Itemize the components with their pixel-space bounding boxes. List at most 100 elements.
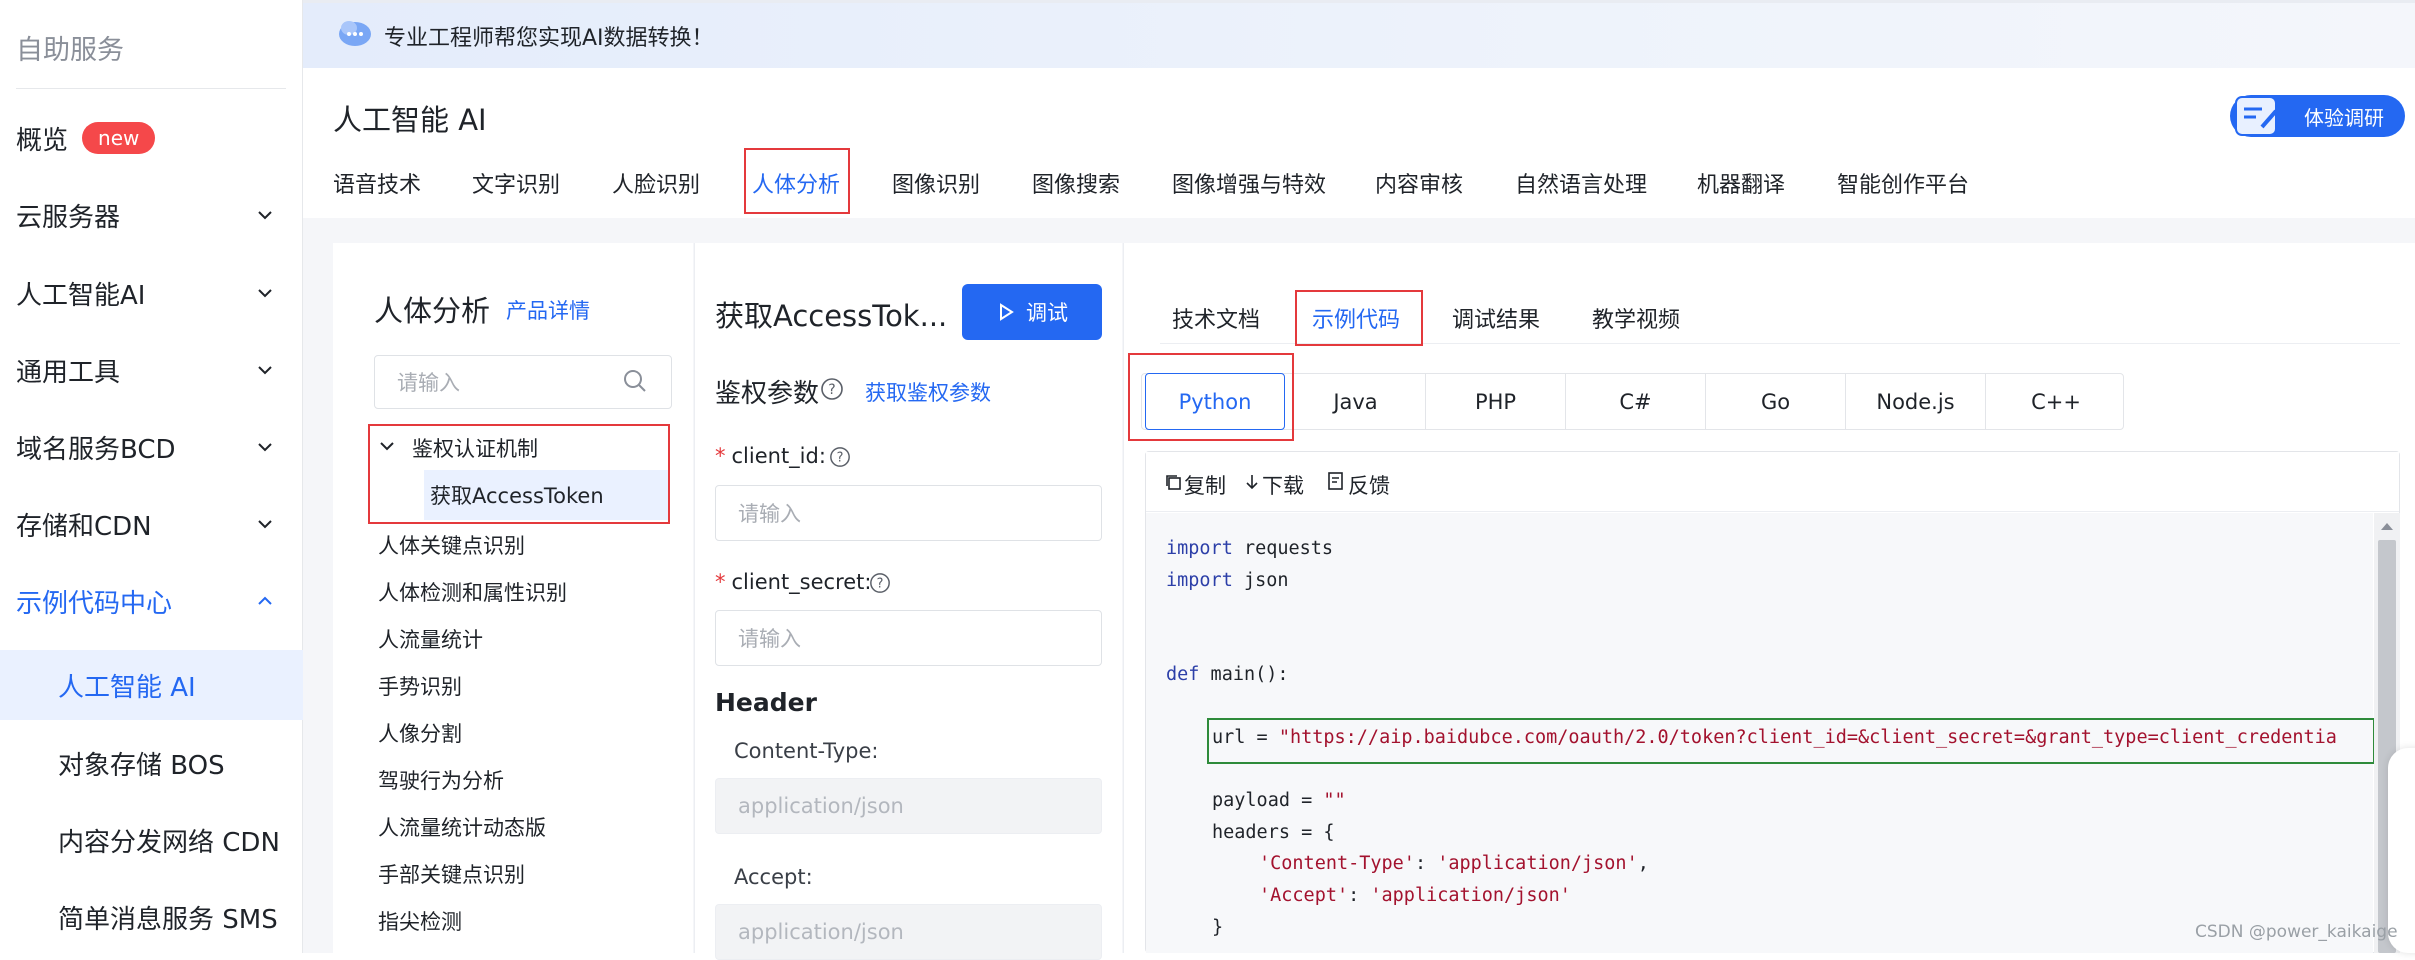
code-keyword: import [1166,538,1233,559]
debug-button-label: 调试 [1026,301,1068,325]
survey-button-label: 体验调研 [2304,105,2384,130]
code-line: 'Accept': 'application/json' [1259,885,1571,906]
sidebar-item-sample-code[interactable]: 示例代码中心 [16,576,286,626]
client-id-input[interactable]: 请输入 [715,485,1102,541]
debug-button[interactable]: 调试 [962,284,1102,340]
code-line: import requests [1166,538,1333,559]
debug-params-panel [694,243,1122,953]
list-item[interactable]: 手势识别 [378,671,462,701]
sidebar-subitem-bos[interactable]: 对象存储 BOS [0,728,303,798]
input-placeholder: 请输入 [738,502,801,526]
feedback-button[interactable]: 反馈 [1348,470,1390,500]
sidebar-subitem-sms[interactable]: 简单消息服务 SMS [0,882,303,952]
chevron-down-icon [258,211,272,220]
tab-image-recognition[interactable]: 图像识别 [892,167,980,199]
code-string: 'Content-Type' [1259,853,1415,874]
search-icon[interactable] [622,368,648,394]
tab-nlp[interactable]: 自然语言处理 [1515,167,1647,199]
code-line: headers = { [1212,822,1335,843]
sidebar-subitem-label: 简单消息服务 SMS [58,904,278,935]
tab-face[interactable]: 人脸识别 [612,167,700,199]
list-item[interactable]: 人体检测和属性识别 [378,577,567,607]
list-item[interactable]: 人像分割 [378,718,462,748]
sidebar-item-label: 云服务器 [16,202,121,233]
client-secret-input[interactable]: 请输入 [715,610,1102,666]
help-icon[interactable]: ? [820,377,844,401]
sidebar-item-ai[interactable]: 人工智能AI [16,268,286,318]
sidebar-subitem-label: 内容分发网络 CDN [58,827,280,858]
sidebar-item-storage-cdn[interactable]: 存储和CDN [16,499,286,549]
code-string: 'application/json' [1437,853,1638,874]
tab-tutorial-video[interactable]: 教学视频 [1592,302,1680,334]
chevron-down-icon [258,289,272,298]
tab-tech-doc[interactable]: 技术文档 [1172,302,1260,334]
lang-php[interactable]: PHP [1426,373,1566,430]
list-item[interactable]: 人流量统计动态版 [378,812,546,842]
svg-text:?: ? [828,382,835,398]
sidebar-item-label: 通用工具 [16,357,121,388]
lang-cpp[interactable]: C++ [1986,373,2126,430]
list-item[interactable]: 手部关键点识别 [378,859,525,889]
tab-ocr[interactable]: 文字识别 [472,167,560,199]
content-type-input: application/json [715,778,1102,834]
download-button[interactable]: 下载 [1262,470,1304,500]
tab-translate[interactable]: 机器翻译 [1697,167,1785,199]
input-value: application/json [738,794,904,818]
new-badge: new [82,122,156,154]
lang-nodejs[interactable]: Node.js [1846,373,1986,430]
sidebar-item-label: 域名服务BCD [16,434,176,465]
code-line: } [1212,917,1224,938]
input-value: application/json [738,920,904,944]
sidebar-item-domain[interactable]: 域名服务BCD [16,422,286,472]
highlight-box-python [1128,353,1294,441]
lang-csharp[interactable]: C# [1566,373,1706,430]
list-item[interactable]: 人体关键点识别 [378,530,525,560]
highlight-box-sample-tab [1295,290,1423,346]
code-text: main(): [1199,664,1289,685]
list-item[interactable]: 指尖检测 [378,906,462,936]
client-secret-label: * client_secret: [715,570,872,594]
code-text: json [1232,570,1289,591]
get-auth-params-link[interactable]: 获取鉴权参数 [865,377,991,407]
code-string: 'Accept' [1259,885,1349,906]
tab-content-review[interactable]: 内容审核 [1375,167,1463,199]
lang-go[interactable]: Go [1706,373,1846,430]
tab-creation-platform[interactable]: 智能创作平台 [1837,167,1969,199]
code-keyword: def [1166,664,1200,685]
chevron-down-icon [258,443,272,452]
help-icon[interactable]: ? [829,446,851,468]
sidebar-subitem-label: 人工智能 AI [58,672,196,703]
tab-debug-result[interactable]: 调试结果 [1452,302,1540,334]
copy-icon [1166,475,1181,490]
lang-java[interactable]: Java [1286,373,1426,430]
sidebar-item-cloud-server[interactable]: 云服务器 [16,190,286,240]
sidebar-item-tools[interactable]: 通用工具 [16,345,286,395]
list-item[interactable]: 驾驶行为分析 [378,765,504,795]
code-line: import json [1166,570,1289,591]
list-item[interactable]: 人流量统计 [378,624,483,654]
code-string: 'application/json' [1370,885,1571,906]
copy-button[interactable]: 复制 [1184,470,1226,500]
scroll-up-icon[interactable] [2380,520,2394,532]
help-icon[interactable]: ? [869,572,891,594]
sidebar-subitem-label: 对象存储 BOS [58,750,225,781]
highlight-box-tree [368,424,670,524]
chevron-up-icon [258,596,272,605]
tab-speech[interactable]: 语音技术 [333,167,421,199]
code-line: url = "https://aip.baidubce.com/oauth/2.… [1212,727,2372,748]
accept-label: Accept: [734,865,813,889]
sidebar-item-overview[interactable]: 概览 new [16,113,286,163]
page-title: 人工智能 AI [333,103,487,137]
code-string: "" [1323,790,1346,811]
tab-image-search[interactable]: 图像搜索 [1032,167,1120,199]
code-line: 'Content-Type': 'application/json', [1259,853,1649,874]
svg-text:?: ? [837,451,844,466]
product-detail-link[interactable]: 产品详情 [506,295,590,325]
input-placeholder: 请输入 [738,627,801,651]
sidebar-subitem-cdn[interactable]: 内容分发网络 CDN [0,805,303,875]
banner-text: 专业工程师帮您实现AI数据转换！ [384,26,714,51]
tab-image-enhance[interactable]: 图像增强与特效 [1172,167,1326,199]
edit-note-icon [2235,96,2278,136]
sidebar-heading: 自助服务 [16,35,124,66]
sidebar-subitem-ai[interactable]: 人工智能 AI [0,650,303,720]
